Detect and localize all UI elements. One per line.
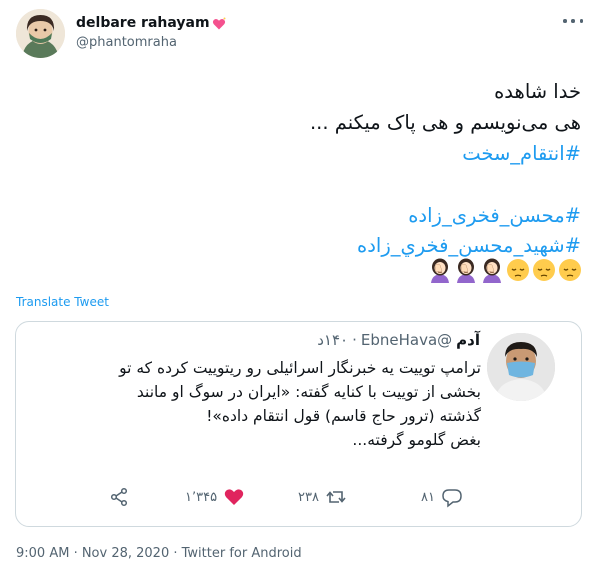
hashtag-link[interactable]: #انتقام_سخت xyxy=(462,142,581,165)
pensive-face-icon xyxy=(559,259,581,281)
quoted-author-name[interactable]: آدم xyxy=(456,331,480,349)
retweet-icon xyxy=(326,491,346,503)
retweet-count: ۲۳۸ xyxy=(298,489,319,505)
author-avatar[interactable] xyxy=(16,9,65,58)
tweet-line: هی می‌نویسم و هی پاک میکنم ... xyxy=(309,111,581,134)
tweet-line: خدا شاهده xyxy=(494,80,581,103)
reply-button[interactable]: ۸۱ xyxy=(421,483,463,511)
author-display-name[interactable]: delbare rahayam xyxy=(76,15,210,31)
facepalm-woman-icon xyxy=(457,258,475,283)
share-button[interactable] xyxy=(108,483,130,511)
quoted-text-line: بغض گلومو گرفته... xyxy=(352,431,481,449)
hashtag-link[interactable]: #شهید_محسن_فخري_زاده xyxy=(357,234,581,257)
quoted-text-line: گذشته (ترور حاج قاسم) قول انتقام داده»! xyxy=(206,407,481,425)
hashtag-link[interactable]: #محسن_فخری_زاده xyxy=(408,204,581,227)
quoted-tweet-header: آدم @EbneHava · ۱۴۰د xyxy=(317,331,480,349)
quoted-text-line: بخشی از توییت با کنایه گفته: «ایران در س… xyxy=(136,383,481,401)
reply-count: ۸۱ xyxy=(421,489,435,505)
more-dot-icon xyxy=(571,19,575,23)
quoted-author-avatar[interactable] xyxy=(487,333,555,401)
quoted-tweet-time[interactable]: ۱۴۰د xyxy=(317,331,348,349)
heart-filled-icon xyxy=(224,489,244,505)
retweet-button[interactable]: ۲۳۸ xyxy=(298,483,347,511)
translate-tweet-link[interactable]: Translate Tweet xyxy=(16,295,109,309)
facepalm-woman-icon xyxy=(483,258,501,283)
separator-dot: · xyxy=(352,331,357,349)
quoted-author-handle[interactable]: @EbneHava xyxy=(361,331,452,349)
more-dot-icon xyxy=(579,19,583,23)
sparkling-heart-icon xyxy=(212,16,226,30)
reply-icon xyxy=(442,489,462,508)
pensive-face-icon xyxy=(507,259,529,281)
quoted-tweet-text: ترامپ توییت یه خبرنگار اسرائیلی رو ریتوی… xyxy=(111,356,481,452)
facepalm-woman-icon xyxy=(431,258,449,283)
like-button[interactable]: ۱٬۳۴۵ xyxy=(185,483,245,511)
author-handle[interactable]: @phantomraha xyxy=(76,35,177,50)
author-name-line[interactable]: delbare rahayam xyxy=(76,13,226,33)
quoted-text-line: ترامپ توییت یه خبرنگار اسرائیلی رو ریتوی… xyxy=(119,359,481,377)
more-options-button[interactable] xyxy=(563,14,583,28)
like-count: ۱٬۳۴۵ xyxy=(185,489,218,505)
more-dot-icon xyxy=(563,19,567,23)
emoji-row xyxy=(428,257,582,287)
share-icon xyxy=(110,487,128,507)
pensive-face-icon xyxy=(533,259,555,281)
tweet-timestamp-line[interactable]: 9:00 AM · Nov 28, 2020 · Twitter for And… xyxy=(16,546,302,561)
